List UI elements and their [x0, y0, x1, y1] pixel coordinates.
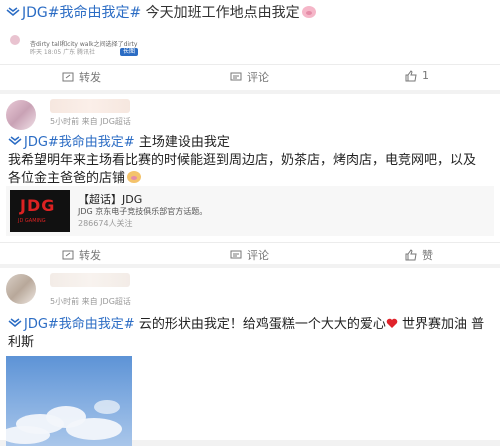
- username-blurred[interactable]: [50, 99, 130, 113]
- topic-link[interactable]: JDG#我命由我定#: [22, 5, 141, 21]
- comment-label: 评论: [247, 71, 269, 84]
- action-bar: 转发 评论 赞: [0, 242, 500, 265]
- super-topic-title: 【超话】JDG: [78, 193, 143, 206]
- like-button[interactable]: 1: [405, 69, 429, 82]
- topic-link[interactable]: JDG#我命由我定#: [24, 317, 135, 332]
- post-text-content: 今天加班工作地点由我定: [141, 5, 300, 21]
- post-photo-sky[interactable]: [6, 356, 132, 446]
- post-headline: JDG#我命由我定# 主场建设由我定: [8, 134, 488, 152]
- pig-emoji-icon: [301, 6, 316, 18]
- super-topic-card[interactable]: JDG JD GAMING 【超话】JDG JDG 京东电子竞技俱乐部官方话题。…: [6, 186, 494, 236]
- post-body: JDG#我命由我定# 云的形状由我定！给鸡蛋糕一个大大的爱心 世界赛加油 普利斯: [8, 316, 488, 352]
- post-card: 5小时前 来自 JDG超话 JDG#我命由我定# 主场建设由我定 我希望明年来主…: [0, 94, 500, 264]
- emoji-icon: [127, 171, 142, 183]
- repost-label: 转发: [79, 249, 101, 262]
- comment-button[interactable]: 评论: [230, 69, 269, 85]
- post-text-content: 主场建设由我定: [134, 135, 230, 150]
- username-blurred[interactable]: [50, 273, 130, 287]
- thumbs-up-icon: [405, 69, 417, 81]
- thumbs-up-icon: [405, 249, 417, 261]
- topic-link[interactable]: JDG#我命由我定#: [24, 135, 135, 150]
- follower-count: 286674人关注: [78, 219, 133, 228]
- post-card: 5小时前 来自 JDG超话 JDG#我命由我定# 云的形状由我定！给鸡蛋糕一个大…: [0, 268, 500, 446]
- repost-button[interactable]: 转发: [62, 69, 101, 85]
- post-meta: 5小时前 来自 JDG超话: [50, 117, 131, 126]
- long-image-badge: 长图: [120, 48, 138, 56]
- post-meta: 5小时前 来自 JDG超话: [50, 297, 131, 306]
- repost-icon: [62, 72, 74, 82]
- super-topic-icon: [8, 318, 22, 327]
- post-card: JDG#我命由我定# 今天加班工作地点由我定 杏dirty tall和city …: [0, 0, 500, 90]
- jdg-logo: JDG JD GAMING: [10, 190, 70, 232]
- avatar[interactable]: [6, 100, 36, 130]
- like-count: 1: [422, 69, 429, 82]
- comment-button[interactable]: 评论: [230, 247, 269, 263]
- post-text-content: 云的形状由我定！给鸡蛋糕一个大大的爱心: [134, 317, 386, 332]
- super-topic-desc: JDG 京东电子竞技俱乐部官方话题。: [78, 207, 208, 216]
- post-body: JDG#我命由我定# 主场建设由我定 我希望明年来主场看比赛的时候能逛到周边店，…: [8, 134, 488, 188]
- avatar[interactable]: [6, 274, 36, 304]
- super-topic-icon: [6, 7, 20, 16]
- post-text: JDG#我命由我定# 今天加班工作地点由我定: [6, 4, 316, 22]
- super-topic-icon: [8, 136, 22, 145]
- post-text: 我希望明年来主场看比赛的时候能逛到周边店，奶茶店，烤肉店，电竞网吧，以及各位金主…: [8, 153, 477, 186]
- like-button[interactable]: 赞: [405, 247, 433, 263]
- attachment-line2: 昨天 18:05 广东 腾讯社: [30, 49, 96, 56]
- comment-label: 评论: [247, 249, 269, 262]
- repost-button[interactable]: 转发: [62, 247, 101, 263]
- comment-icon: [230, 250, 242, 259]
- heart-icon: [386, 318, 398, 328]
- repost-label: 转发: [79, 71, 101, 84]
- action-bar: 转发 评论 1: [0, 64, 500, 87]
- repost-icon: [62, 250, 74, 260]
- like-label: 赞: [422, 249, 433, 262]
- attachment-preview[interactable]: 杏dirty tall和city walk之间选择了dirty 昨天 18:05…: [8, 32, 138, 60]
- comment-icon: [230, 72, 242, 81]
- avatar: [10, 35, 20, 45]
